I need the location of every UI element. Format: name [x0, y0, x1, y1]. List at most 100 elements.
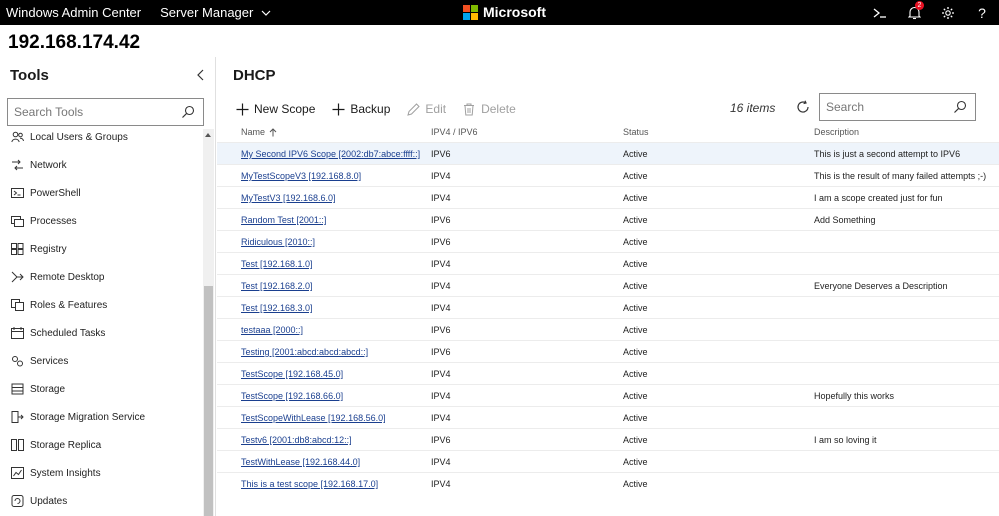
column-label: Status: [623, 127, 649, 137]
scope-status: Active: [623, 435, 648, 445]
notifications-button[interactable]: 2: [897, 0, 931, 25]
scope-name-link[interactable]: TestWithLease [192.168.44.0]: [241, 457, 360, 467]
scope-status: Active: [623, 347, 648, 357]
tool-item-system-insights[interactable]: System Insights: [0, 459, 202, 487]
tool-item-storage-replica[interactable]: Storage Replica: [0, 431, 202, 459]
delete-button[interactable]: Delete: [462, 102, 516, 116]
scope-description: I am so loving it: [814, 435, 877, 445]
search-icon[interactable]: [181, 105, 195, 119]
table-row[interactable]: This is a test scope [192.168.17.0] IPV4…: [217, 472, 999, 494]
chevron-down-icon: [261, 10, 271, 16]
column-header-description[interactable]: Description: [814, 127, 859, 137]
edit-label: Edit: [425, 102, 447, 116]
tool-item-label: Remote Desktop: [30, 271, 105, 283]
scope-name-link[interactable]: TestScope [192.168.66.0]: [241, 391, 343, 401]
search-input[interactable]: [820, 100, 945, 114]
scope-ip-type: IPV4: [431, 259, 451, 269]
table-row[interactable]: TestWithLease [192.168.44.0] IPV4 Active: [217, 450, 999, 472]
scope-ip-type: IPV4: [431, 369, 451, 379]
scope-name-link[interactable]: My Second IPV6 Scope [2002:db7:abce:ffff…: [241, 149, 420, 159]
scope-name-link[interactable]: testaaa [2000::]: [241, 325, 303, 335]
updates-icon: [10, 494, 24, 508]
edit-button[interactable]: Edit: [406, 102, 446, 116]
trash-icon: [462, 102, 476, 116]
scope-status: Active: [623, 325, 648, 335]
tool-item-powershell[interactable]: PowerShell: [0, 179, 202, 207]
top-bar: Windows Admin Center Server Manager Micr…: [0, 0, 999, 25]
tool-item-label: System Insights: [30, 467, 101, 479]
scope-ip-type: IPV6: [431, 325, 451, 335]
column-header-status[interactable]: Status: [623, 127, 649, 137]
help-button[interactable]: ?: [965, 0, 999, 25]
tool-item-local-users[interactable]: Local Users & Groups: [0, 129, 202, 151]
table-row[interactable]: Test [192.168.3.0] IPV4 Active: [217, 296, 999, 318]
settings-button[interactable]: [931, 0, 965, 25]
table-row[interactable]: MyTestV3 [192.168.6.0] IPV4 Active I am …: [217, 186, 999, 208]
server-manager-menu[interactable]: Server Manager: [160, 5, 271, 20]
scope-name-link[interactable]: Test [192.168.1.0]: [241, 259, 313, 269]
search-icon[interactable]: [953, 100, 967, 114]
tool-item-remote-desktop[interactable]: Remote Desktop: [0, 263, 202, 291]
tool-item-network[interactable]: Network: [0, 151, 202, 179]
app-title[interactable]: Windows Admin Center: [0, 5, 141, 20]
table-row[interactable]: Test [192.168.2.0] IPV4 Active Everyone …: [217, 274, 999, 296]
scope-name-link[interactable]: Test [192.168.3.0]: [241, 303, 313, 313]
table-row[interactable]: TestScope [192.168.66.0] IPV4 Active Hop…: [217, 384, 999, 406]
plus-icon: [235, 102, 249, 116]
scope-ip-type: IPV4: [431, 193, 451, 203]
tool-item-storage[interactable]: Storage: [0, 375, 202, 403]
tool-item-registry[interactable]: Registry: [0, 235, 202, 263]
table-row[interactable]: My Second IPV6 Scope [2002:db7:abce:ffff…: [217, 142, 999, 164]
table-row[interactable]: Testv6 [2001:db8:abcd:12::] IPV6 Active …: [217, 428, 999, 450]
scope-description: This is the result of many failed attemp…: [814, 171, 987, 181]
table-row[interactable]: testaaa [2000::] IPV6 Active: [217, 318, 999, 340]
scope-status: Active: [623, 281, 648, 291]
tool-item-scheduled-tasks[interactable]: Scheduled Tasks: [0, 319, 202, 347]
backup-button[interactable]: Backup: [331, 102, 390, 116]
tool-item-roles-features[interactable]: Roles & Features: [0, 291, 202, 319]
table-row[interactable]: Testing [2001:abcd:abcd:abcd::] IPV6 Act…: [217, 340, 999, 362]
scope-name-link[interactable]: TestScope [192.168.45.0]: [241, 369, 343, 379]
refresh-button[interactable]: [795, 99, 811, 115]
scope-name-link[interactable]: MyTestV3 [192.168.6.0]: [241, 193, 336, 203]
tool-item-label: Processes: [30, 215, 77, 227]
scope-description: Add Something: [814, 215, 876, 225]
brand-name: Microsoft: [483, 4, 546, 20]
powershell-console-button[interactable]: [863, 0, 897, 25]
table-row[interactable]: Test [192.168.1.0] IPV4 Active: [217, 252, 999, 274]
collapse-sidebar-button[interactable]: [192, 67, 208, 83]
table-row[interactable]: Ridiculous [2010::] IPV6 Active: [217, 230, 999, 252]
tool-item-label: Storage: [30, 383, 66, 395]
tool-item-storage-migration[interactable]: Storage Migration Service: [0, 403, 202, 431]
tool-item-label: Storage Migration Service: [30, 411, 146, 423]
scope-name-link[interactable]: This is a test scope [192.168.17.0]: [241, 479, 378, 489]
scope-status: Active: [623, 457, 648, 467]
table-row[interactable]: TestScope [192.168.45.0] IPV4 Active: [217, 362, 999, 384]
sidebar-scrollbar[interactable]: [203, 129, 214, 516]
tool-item-processes[interactable]: Processes: [0, 207, 202, 235]
scope-ip-type: IPV4: [431, 171, 451, 181]
table-row[interactable]: Random Test [2001::] IPV6 Active Add Som…: [217, 208, 999, 230]
scope-name-link[interactable]: Test [192.168.2.0]: [241, 281, 313, 291]
scrollbar-thumb[interactable]: [204, 286, 213, 516]
column-header-name[interactable]: Name: [241, 127, 277, 137]
scheduled-tasks-icon: [10, 326, 24, 340]
scope-name-link[interactable]: TestScopeWithLease [192.168.56.0]: [241, 413, 386, 423]
server-manager-label: Server Manager: [160, 5, 254, 20]
users-icon: [10, 130, 24, 144]
scope-name-link[interactable]: Testing [2001:abcd:abcd:abcd::]: [241, 347, 368, 357]
table-row[interactable]: MyTestScopeV3 [192.168.8.0] IPV4 Active …: [217, 164, 999, 186]
new-scope-button[interactable]: New Scope: [235, 102, 315, 116]
scope-name-link[interactable]: Ridiculous [2010::]: [241, 237, 315, 247]
table-row[interactable]: TestScopeWithLease [192.168.56.0] IPV4 A…: [217, 406, 999, 428]
table-header: Name IPV4 / IPV6 Status Description: [217, 122, 999, 142]
scroll-up-arrow-icon[interactable]: [205, 133, 211, 137]
scope-name-link[interactable]: MyTestScopeV3 [192.168.8.0]: [241, 171, 361, 181]
scope-status: Active: [623, 215, 648, 225]
tool-item-updates[interactable]: Updates: [0, 487, 202, 515]
tool-item-services[interactable]: Services: [0, 347, 202, 375]
column-header-ip[interactable]: IPV4 / IPV6: [431, 127, 478, 137]
scope-name-link[interactable]: Testv6 [2001:db8:abcd:12::]: [241, 435, 352, 445]
search-tools-input[interactable]: [8, 105, 173, 119]
scope-name-link[interactable]: Random Test [2001::]: [241, 215, 326, 225]
